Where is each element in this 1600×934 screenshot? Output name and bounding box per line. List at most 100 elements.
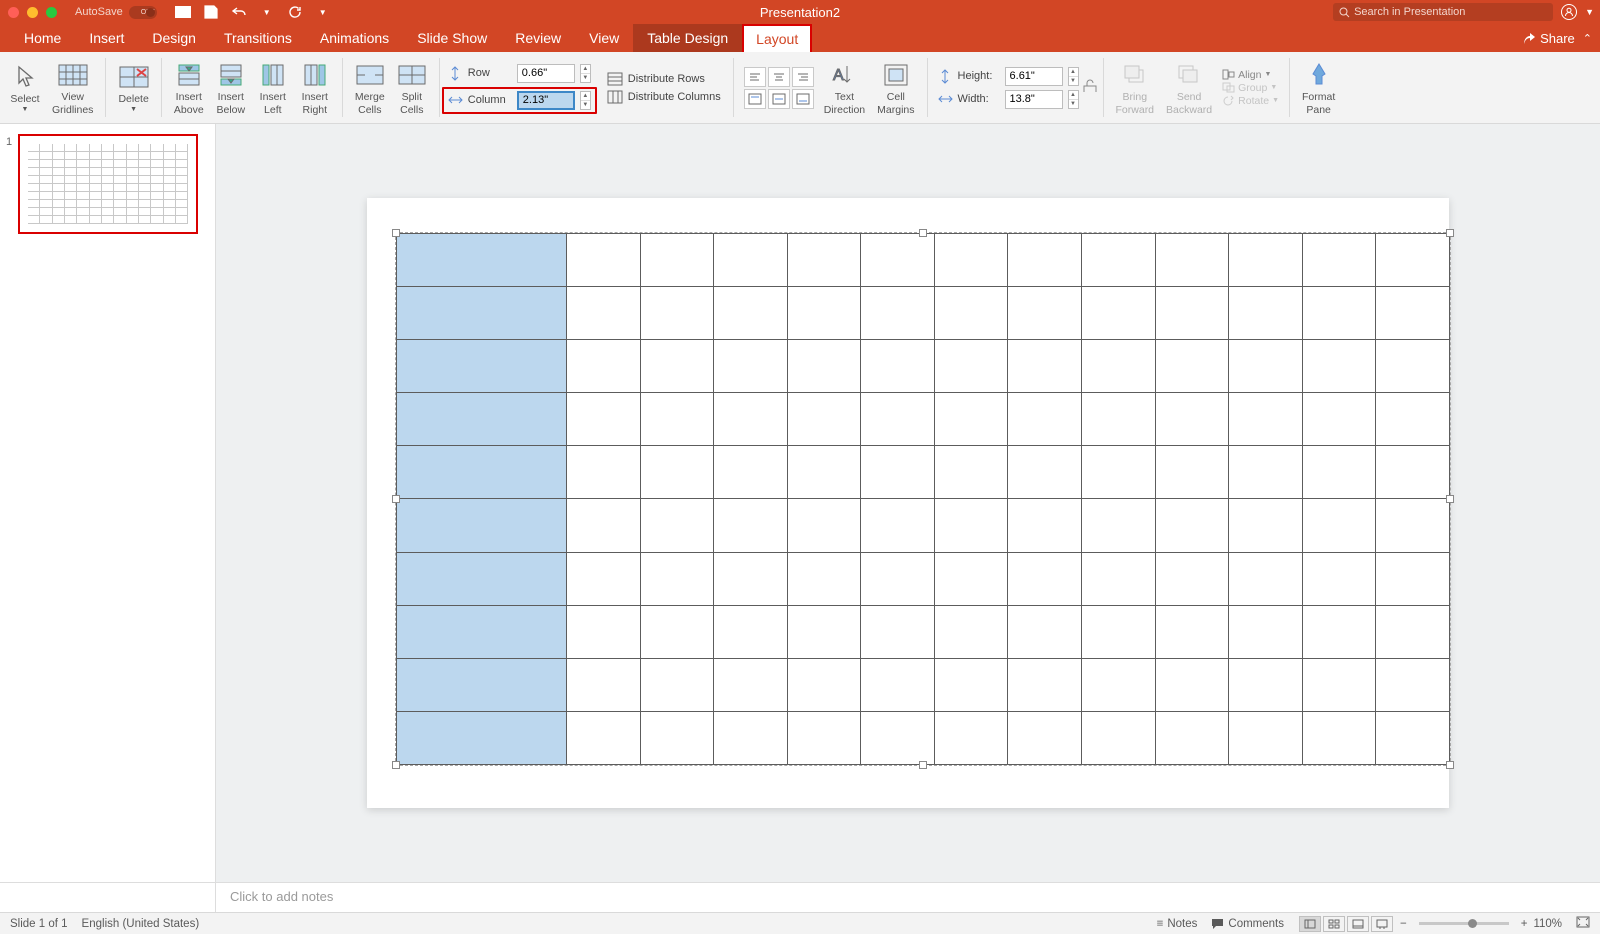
table-cell[interactable] — [640, 605, 714, 658]
caret-down-icon[interactable]: ▼ — [259, 4, 275, 20]
share-button[interactable]: Share — [1523, 31, 1575, 46]
table-cell[interactable] — [861, 658, 935, 711]
status-comments-button[interactable]: Comments — [1211, 918, 1284, 930]
notes-input[interactable]: Click to add notes — [216, 883, 1600, 912]
table-cell[interactable] — [1376, 658, 1450, 711]
lock-aspect-icon[interactable] — [1083, 79, 1097, 93]
table-cell[interactable] — [1302, 711, 1376, 764]
table-cell[interactable] — [397, 340, 567, 393]
table-cell[interactable] — [861, 552, 935, 605]
tab-layout[interactable]: Layout — [742, 24, 812, 52]
table-cell[interactable] — [787, 393, 861, 446]
table-cell[interactable] — [1008, 499, 1082, 552]
table-cell[interactable] — [1082, 287, 1156, 340]
view-sorter-button[interactable] — [1323, 916, 1345, 932]
caret-down-icon[interactable]: ▼ — [315, 4, 331, 20]
resize-handle[interactable] — [1446, 229, 1454, 237]
tab-table-design[interactable]: Table Design — [633, 24, 742, 52]
table-cell[interactable] — [1376, 552, 1450, 605]
table-cell[interactable] — [1155, 234, 1229, 287]
table-cell[interactable] — [934, 340, 1008, 393]
table-cell[interactable] — [861, 234, 935, 287]
zoom-out-button[interactable]: − — [1400, 918, 1407, 930]
table-cell[interactable] — [934, 658, 1008, 711]
table-cell[interactable] — [1082, 393, 1156, 446]
slide-thumbnail-1[interactable] — [18, 134, 198, 234]
table-cell[interactable] — [861, 499, 935, 552]
table-cell[interactable] — [1008, 605, 1082, 658]
table-cell[interactable] — [1155, 658, 1229, 711]
table-cell[interactable] — [787, 658, 861, 711]
resize-handle[interactable] — [919, 229, 927, 237]
table-cell[interactable] — [1302, 287, 1376, 340]
table-cell[interactable] — [714, 552, 788, 605]
tab-home[interactable]: Home — [10, 24, 75, 52]
panels-icon[interactable] — [175, 4, 191, 20]
table-cell[interactable] — [1229, 658, 1303, 711]
table-cell[interactable] — [397, 499, 567, 552]
table-cell[interactable] — [714, 446, 788, 499]
table-cell[interactable] — [640, 234, 714, 287]
zoom-slider[interactable] — [1419, 922, 1509, 925]
table-selection-frame[interactable] — [395, 232, 1451, 766]
table-cell[interactable] — [1229, 234, 1303, 287]
table-cell[interactable] — [397, 287, 567, 340]
table-cell[interactable] — [1008, 446, 1082, 499]
table-cell[interactable] — [861, 393, 935, 446]
slide-table[interactable] — [396, 233, 1450, 765]
table-cell[interactable] — [567, 658, 641, 711]
table-cell[interactable] — [1155, 393, 1229, 446]
table-cell[interactable] — [714, 340, 788, 393]
table-cell[interactable] — [1082, 711, 1156, 764]
table-cell[interactable] — [1302, 605, 1376, 658]
table-cell[interactable] — [567, 446, 641, 499]
merge-cells-button[interactable]: MergeCells — [349, 57, 391, 117]
table-cell[interactable] — [934, 446, 1008, 499]
table-cell[interactable] — [1082, 552, 1156, 605]
table-cell[interactable] — [567, 234, 641, 287]
table-cell[interactable] — [714, 287, 788, 340]
format-pane-button[interactable]: FormatPane — [1296, 57, 1341, 117]
table-cell[interactable] — [1229, 393, 1303, 446]
view-gridlines-button[interactable]: View Gridlines — [46, 57, 99, 117]
table-cell[interactable] — [1376, 711, 1450, 764]
table-cell[interactable] — [714, 234, 788, 287]
table-cell[interactable] — [397, 446, 567, 499]
table-cell[interactable] — [567, 711, 641, 764]
table-cell[interactable] — [861, 340, 935, 393]
distribute-rows-button[interactable]: Distribute Rows — [607, 72, 721, 86]
resize-handle[interactable] — [1446, 761, 1454, 769]
table-cell[interactable] — [567, 287, 641, 340]
table-cell[interactable] — [1155, 287, 1229, 340]
table-cell[interactable] — [714, 499, 788, 552]
zoom-level[interactable]: 110% — [1533, 918, 1562, 930]
table-cell[interactable] — [1008, 552, 1082, 605]
table-cell[interactable] — [1155, 552, 1229, 605]
table-cell[interactable] — [1376, 605, 1450, 658]
view-slideshow-button[interactable] — [1371, 916, 1393, 932]
table-cell[interactable] — [934, 552, 1008, 605]
status-notes-button[interactable]: ≡ Notes — [1157, 918, 1198, 930]
table-cell[interactable] — [1008, 287, 1082, 340]
table-cell[interactable] — [787, 234, 861, 287]
table-cell[interactable] — [787, 287, 861, 340]
table-cell[interactable] — [1155, 499, 1229, 552]
insert-above-button[interactable]: InsertAbove — [168, 57, 210, 117]
table-cell[interactable] — [640, 658, 714, 711]
collapse-ribbon-button[interactable]: ⌃ — [1583, 32, 1592, 45]
table-cell[interactable] — [1082, 499, 1156, 552]
align-top-right[interactable] — [792, 67, 814, 87]
table-cell[interactable] — [1302, 552, 1376, 605]
status-language[interactable]: English (United States) — [82, 918, 200, 930]
table-cell[interactable] — [1229, 287, 1303, 340]
table-cell[interactable] — [1302, 393, 1376, 446]
table-cell[interactable] — [1082, 446, 1156, 499]
undo-icon[interactable] — [231, 4, 247, 20]
table-height-stepper[interactable]: ▲▼ — [1068, 67, 1079, 86]
table-cell[interactable] — [1302, 446, 1376, 499]
table-cell[interactable] — [714, 711, 788, 764]
table-cell[interactable] — [934, 234, 1008, 287]
row-height-stepper[interactable]: ▲▼ — [580, 64, 591, 83]
table-cell[interactable] — [1229, 711, 1303, 764]
table-cell[interactable] — [787, 499, 861, 552]
